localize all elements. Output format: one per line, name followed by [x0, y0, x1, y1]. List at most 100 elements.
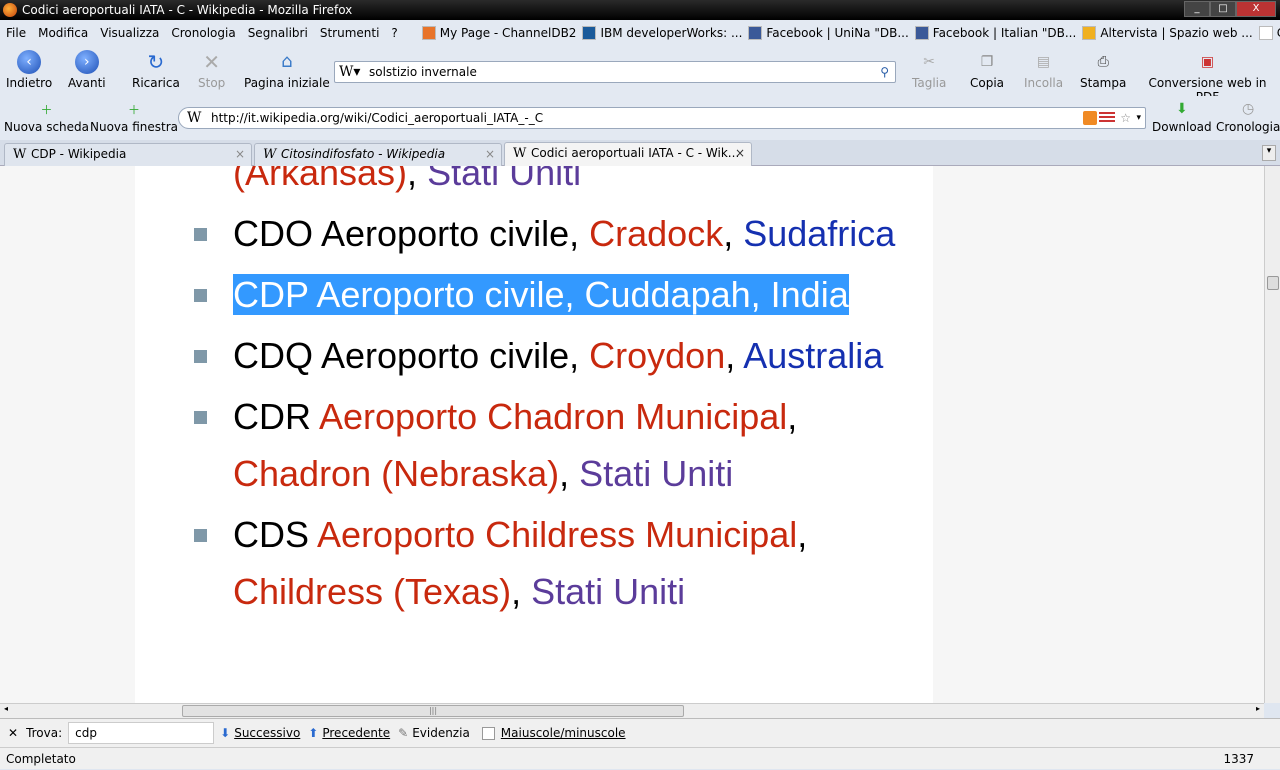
- item-text: CDR: [233, 396, 320, 437]
- url-value: http://it.wikipedia.org/wiki/Codici_aero…: [211, 111, 544, 125]
- article-link[interactable]: Sudafrica: [743, 213, 895, 254]
- download-label: Download: [1152, 120, 1212, 134]
- find-next-button[interactable]: Successivo: [234, 726, 300, 740]
- cut-button[interactable]: ✂ Taglia: [912, 50, 946, 90]
- search-input[interactable]: W▾ solstizio invernale ⚲: [334, 61, 896, 83]
- close-tab-icon[interactable]: ×: [485, 144, 495, 165]
- back-label: Indietro: [6, 76, 53, 90]
- scroll-right-icon[interactable]: ▸: [1256, 704, 1260, 713]
- new-tab-icon: ＋: [40, 103, 53, 117]
- reload-button[interactable]: ↻ Ricarica: [132, 50, 180, 90]
- tab-bar: W CDP - Wikipedia × W Citosindifosfato - Wi…: [0, 140, 1280, 166]
- item-text: ,: [797, 514, 808, 555]
- article-link[interactable]: Aeroporto Childress Municipal: [317, 514, 797, 555]
- home-button[interactable]: ⌂ Pagina iniziale: [244, 50, 330, 90]
- item-text: ,: [723, 213, 744, 254]
- page-icon: [1258, 26, 1273, 40]
- reload-icon: ↻: [147, 50, 165, 74]
- download-button[interactable]: ⬇ Download: [1152, 100, 1212, 134]
- find-input[interactable]: cdp: [68, 722, 215, 744]
- search-icon[interactable]: ⚲: [880, 62, 889, 82]
- scroll-left-icon[interactable]: ◂: [4, 704, 8, 713]
- status-text: Completato: [6, 752, 76, 766]
- close-button[interactable]: X: [1236, 1, 1276, 17]
- vertical-scroll-thumb[interactable]: [1267, 276, 1279, 290]
- close-tab-icon[interactable]: ×: [735, 143, 745, 164]
- printer-icon: ⎙: [1097, 54, 1109, 70]
- menu-modifica[interactable]: Modifica: [32, 26, 94, 40]
- match-case-checkbox[interactable]: [481, 726, 495, 740]
- url-dropdown-icon[interactable]: ▾: [1136, 108, 1141, 128]
- article-link[interactable]: Croydon: [589, 335, 725, 376]
- find-previous-button[interactable]: Precedente: [322, 726, 390, 740]
- new-tab-label: Nuova scheda: [4, 120, 90, 134]
- tab-list-button[interactable]: ▾: [1262, 145, 1276, 161]
- tab-citosindifosfato[interactable]: W Citosindifosfato - Wikipedia ×: [254, 143, 502, 166]
- bookmark-item[interactable]: Cdp Home: [1258, 26, 1280, 40]
- cut-label: Taglia: [912, 76, 947, 90]
- menu-cronologia[interactable]: Cronologia: [165, 26, 241, 40]
- bookmark-item[interactable]: IBM developerWorks: ...: [582, 26, 742, 40]
- bookmark-item[interactable]: Facebook | UniNa "DB...: [748, 26, 909, 40]
- stop-label: Stop: [198, 76, 226, 90]
- us-flag-icon[interactable]: [1099, 112, 1115, 123]
- wikipedia-search-engine-icon[interactable]: W▾: [339, 62, 360, 82]
- menu-file[interactable]: File: [0, 26, 32, 40]
- menu-visualizza[interactable]: Visualizza: [94, 26, 165, 40]
- url-input[interactable]: Whttp://it.wikipedia.org/wiki/Codici_aer…: [178, 107, 1146, 129]
- rss-icon[interactable]: [1083, 111, 1097, 125]
- download-icon: ⬇: [1175, 101, 1188, 117]
- bookmark-label: Facebook | Italian "DB...: [932, 26, 1077, 40]
- tab-cdp[interactable]: W CDP - Wikipedia ×: [4, 143, 252, 166]
- horizontal-scroll-thumb[interactable]: |||: [182, 705, 684, 717]
- back-button[interactable]: ‹ Indietro: [6, 50, 52, 90]
- list-item: CDP Aeroporto civile, Cuddapah, India: [194, 266, 901, 323]
- menu-strumenti[interactable]: Strumenti: [314, 26, 386, 40]
- highlight-all-button[interactable]: Evidenzia: [412, 726, 470, 740]
- article-link[interactable]: Aeroporto Chadron Municipal: [319, 396, 787, 437]
- article-link[interactable]: Stati Uniti: [427, 166, 581, 193]
- vertical-scrollbar[interactable]: [1264, 166, 1280, 703]
- copy-button[interactable]: ❐ Copia: [970, 50, 1004, 90]
- history-button[interactable]: ◷ Cronologia: [1216, 100, 1280, 134]
- article-link[interactable]: Stati Uniti: [531, 571, 685, 612]
- wikipedia-favicon: W: [263, 147, 277, 162]
- paste-button[interactable]: ▤ Incolla: [1024, 50, 1063, 90]
- horizontal-scrollbar[interactable]: ◂ ||| ▸: [0, 703, 1264, 718]
- new-window-icon: ＋: [127, 103, 140, 117]
- minimize-button[interactable]: _: [1184, 1, 1210, 17]
- new-window-button[interactable]: ＋ Nuova finestra: [90, 102, 178, 134]
- close-tab-icon[interactable]: ×: [235, 144, 245, 165]
- wikipedia-favicon: W: [187, 110, 202, 126]
- print-button[interactable]: ⎙ Stampa: [1080, 50, 1126, 90]
- tab-codici-aeroportuali[interactable]: W Codici aeroportuali IATA - C - Wik... ×: [504, 142, 752, 166]
- article-link[interactable]: Australia: [743, 335, 883, 376]
- match-case-label[interactable]: Maiuscole/minuscole: [501, 726, 626, 740]
- bookmark-star-icon[interactable]: ☆: [1120, 108, 1131, 128]
- article-link[interactable]: Cradock: [589, 213, 723, 254]
- bookmark-item[interactable]: My Page - ChannelDB2: [421, 26, 576, 40]
- scissors-icon: ✂: [923, 54, 936, 70]
- article-link[interactable]: Childress (Texas): [233, 571, 511, 612]
- article-link[interactable]: Chadron (Nebraska): [233, 453, 559, 494]
- stop-button[interactable]: ✕ Stop: [198, 50, 225, 90]
- arrow-down-icon: ⬇: [220, 726, 231, 740]
- firefox-icon: [3, 3, 17, 17]
- close-find-bar-icon[interactable]: ✕: [8, 726, 18, 740]
- bookmark-item[interactable]: Altervista | Spazio web ...: [1082, 26, 1253, 40]
- menu-segnalibri[interactable]: Segnalibri: [242, 26, 314, 40]
- channeldb2-icon: [421, 26, 436, 40]
- pdf-icon: ▣: [1200, 54, 1215, 70]
- menu-help[interactable]: ?: [385, 26, 403, 40]
- find-bar: ✕ Trova: cdp ⬇ Successivo ⬆ Precedente ✎ Ev…: [0, 718, 1280, 747]
- paste-label: Incolla: [1024, 76, 1064, 90]
- altervista-icon: [1082, 26, 1097, 40]
- page-content: (Arkansas), Stati Uniti CDO Aeroporto civ…: [0, 166, 1264, 703]
- bookmark-item[interactable]: Facebook | Italian "DB...: [914, 26, 1077, 40]
- article-link[interactable]: (Arkansas): [233, 166, 407, 193]
- paste-icon: ▤: [1036, 54, 1051, 70]
- maximize-button[interactable]: □: [1210, 1, 1236, 17]
- forward-button[interactable]: › Avanti: [68, 50, 106, 90]
- article-link[interactable]: Stati Uniti: [579, 453, 733, 494]
- new-tab-button[interactable]: ＋ Nuova scheda: [4, 102, 89, 134]
